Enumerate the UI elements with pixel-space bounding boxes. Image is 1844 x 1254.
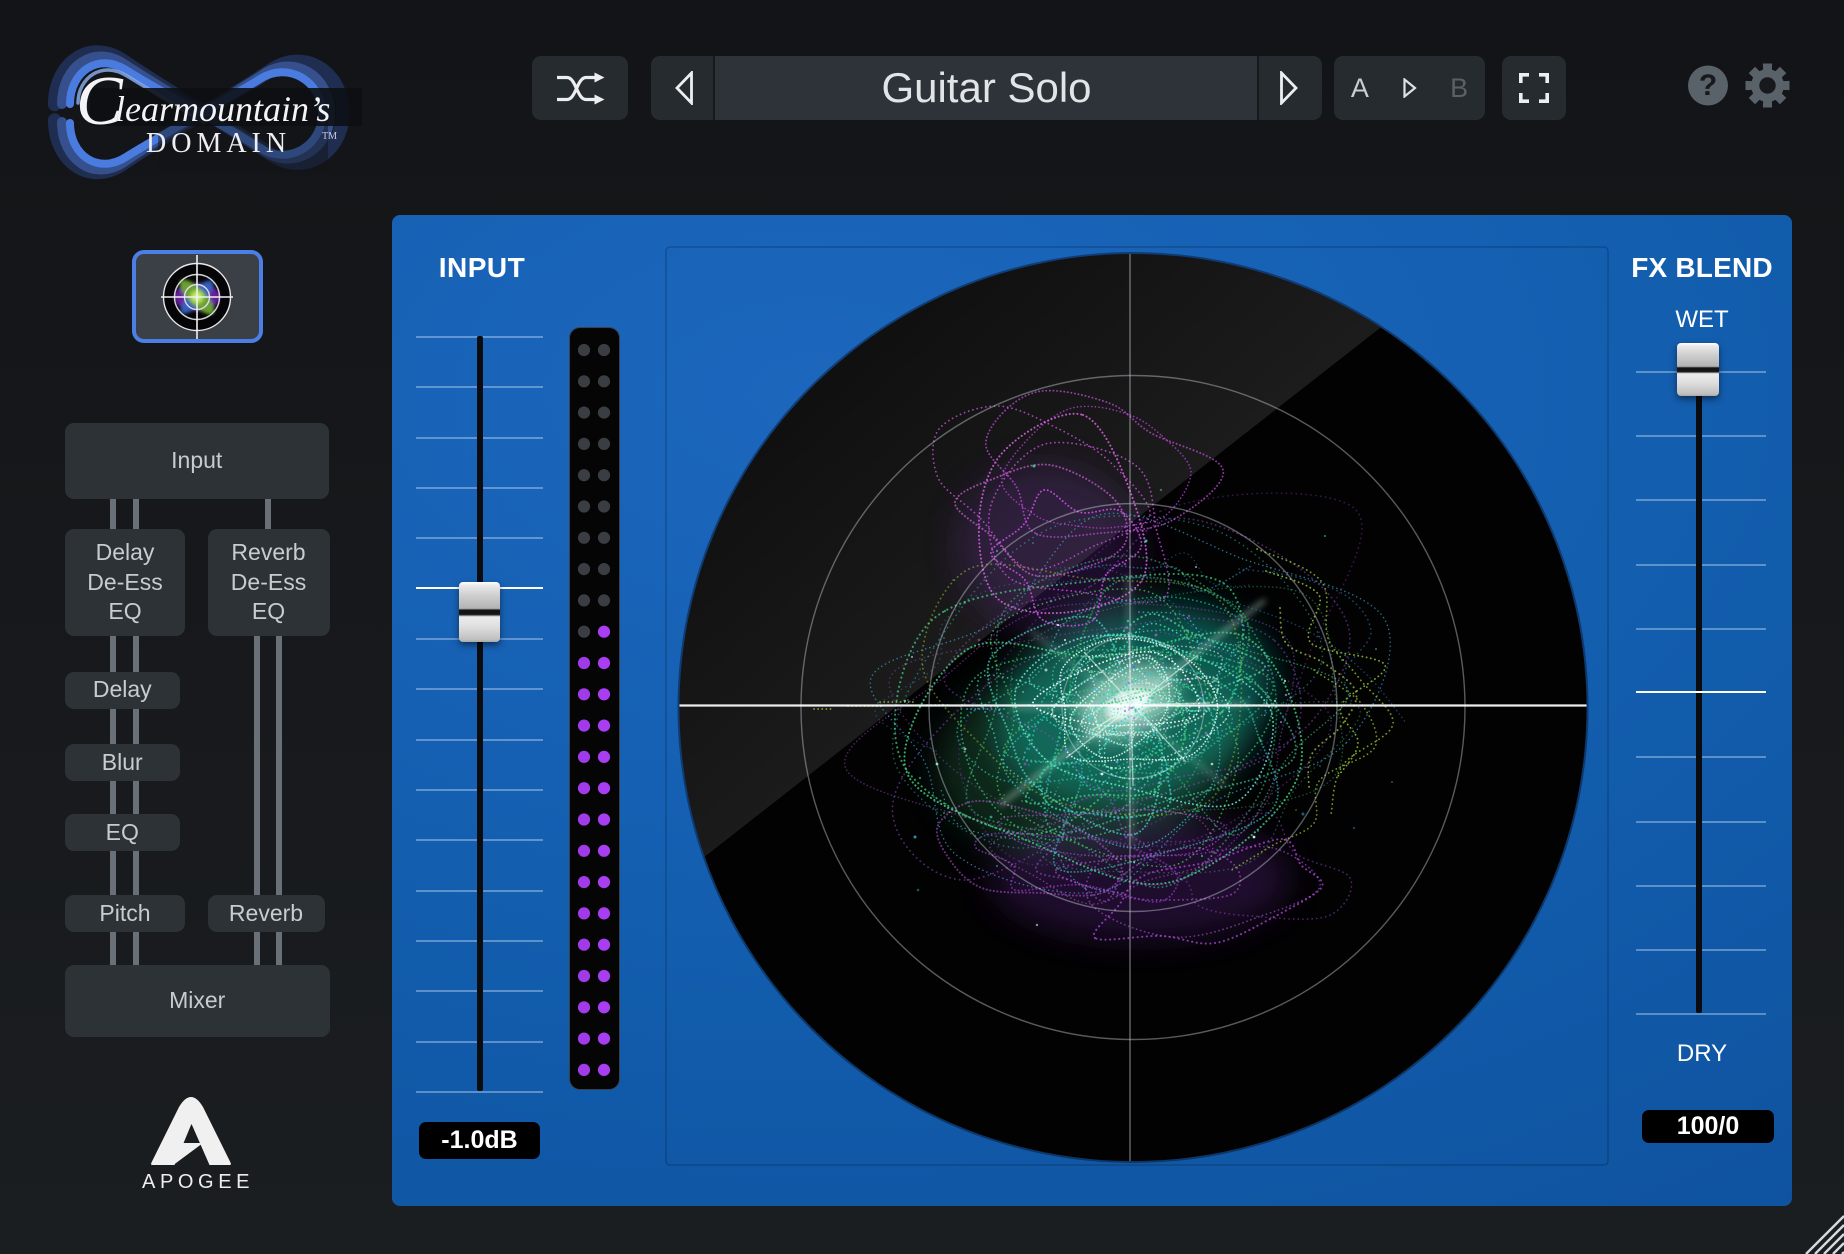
- svg-text:APOGEE: APOGEE: [142, 1171, 250, 1193]
- svg-text:?: ?: [1699, 69, 1717, 102]
